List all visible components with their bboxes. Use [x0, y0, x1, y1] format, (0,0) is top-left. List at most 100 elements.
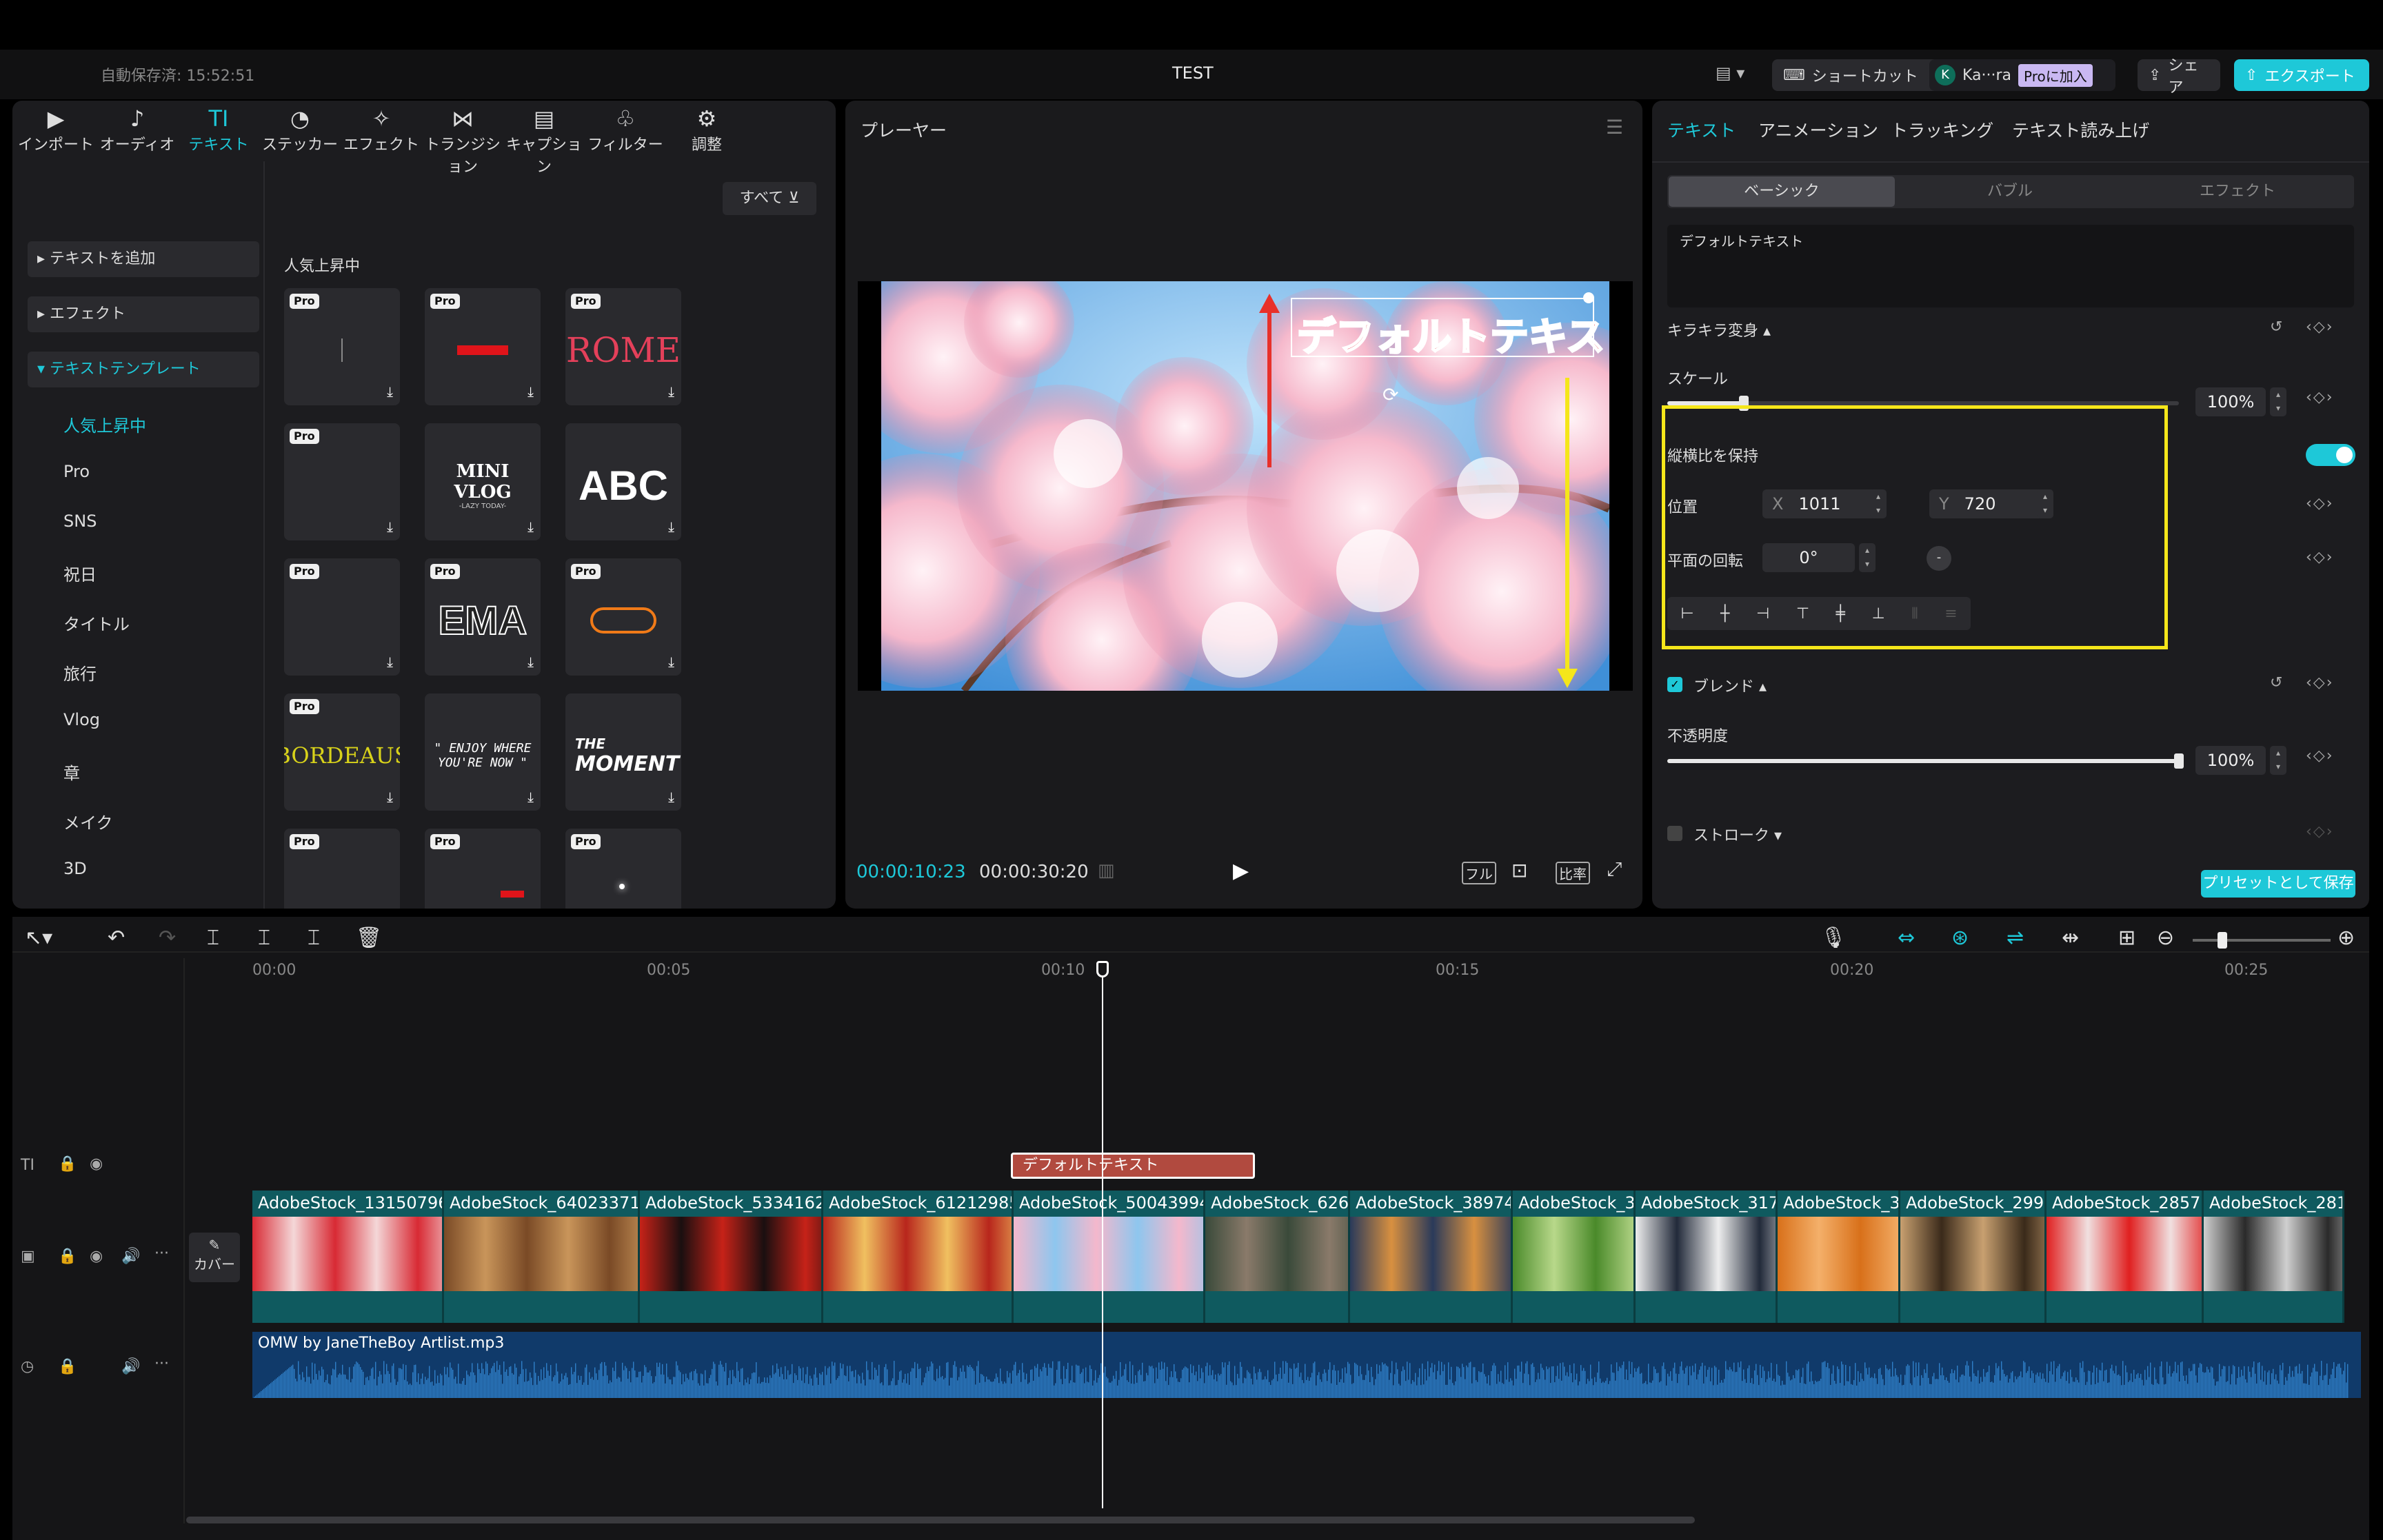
stroke-checkbox[interactable] — [1667, 826, 1682, 841]
playhead[interactable] — [1102, 962, 1103, 1508]
position-y-input[interactable]: Y 720 — [1929, 489, 2047, 518]
microphone-icon[interactable]: 🎙 — [1820, 926, 1847, 950]
video-clip[interactable]: AdobeStock_131507960 — [252, 1191, 444, 1323]
split-left-icon[interactable]: ⌶ — [258, 926, 270, 950]
ratio-button[interactable]: 比率 — [1556, 862, 1590, 884]
volume-icon[interactable]: 🔊 — [121, 1248, 140, 1265]
timeline-scrollbar[interactable] — [186, 1517, 1695, 1523]
more-icon[interactable]: ··· — [154, 1355, 169, 1372]
download-icon[interactable]: ⤓ — [387, 654, 393, 670]
user-account[interactable]: K Ka···ra Proに加入 — [1929, 59, 2115, 91]
download-icon[interactable]: ⤓ — [387, 383, 393, 400]
sidebar-item[interactable]: 章 — [63, 760, 80, 784]
export-button[interactable]: ⇧ エクスポート — [2234, 59, 2369, 91]
magnet-icon[interactable]: ⇔ — [1898, 926, 1915, 950]
keyframe-icon[interactable]: ‹◇› — [2306, 747, 2334, 764]
link-icon[interactable]: ⊛ — [1951, 926, 1969, 950]
position-x-input[interactable]: X 1011 — [1762, 489, 1880, 518]
sidebar-item[interactable]: タイトル — [63, 611, 130, 635]
tab-text[interactable]: テキスト — [1667, 117, 1736, 142]
delete-icon[interactable]: 🗑 — [356, 926, 382, 950]
subtab-basic[interactable]: ベーシック — [1669, 176, 1895, 207]
rotation-input[interactable]: 0° — [1762, 543, 1855, 572]
template-card[interactable]: Pro — [565, 829, 681, 909]
eye-icon[interactable]: ◉ — [90, 1155, 103, 1173]
stepper-icon[interactable]: ▴ ▾ — [1870, 489, 1887, 518]
stepper-icon[interactable]: ▴ ▾ — [2270, 746, 2286, 775]
tab-adjust[interactable]: ⚙ 調整 — [669, 105, 745, 154]
keyframe-icon[interactable]: ‹◇› — [2306, 549, 2334, 566]
video-clip[interactable]: AdobeStock_2990 — [1900, 1191, 2047, 1323]
template-card[interactable]: Pro ⤓ — [425, 288, 541, 405]
subtab-bubble[interactable]: バブル — [1896, 176, 2124, 207]
cover-button[interactable]: ✎ カバー — [189, 1233, 240, 1282]
lock-icon[interactable]: 🔒 — [58, 1155, 77, 1173]
download-icon[interactable]: ⤓ — [387, 789, 393, 805]
align-left-icon[interactable]: ⊢ — [1680, 605, 1693, 622]
template-card[interactable]: ABC ⤓ — [565, 423, 681, 540]
stroke-label[interactable]: ストローク ▾ — [1693, 823, 1782, 845]
video-clip[interactable]: AdobeStock_317 — [1636, 1191, 1778, 1323]
template-card[interactable]: MINI VLOG -LAZY TODAY- ⤓ — [425, 423, 541, 540]
template-card[interactable]: Pro ⤓ — [565, 558, 681, 676]
template-card[interactable]: Pro EMA ⤓ — [425, 558, 541, 676]
tab-text[interactable]: TI テキスト — [181, 105, 257, 154]
tab-sticker[interactable]: ◔ ステッカー — [262, 105, 338, 154]
template-card[interactable]: Pro ⤓ — [284, 558, 400, 676]
tab-audio[interactable]: ♪ オーディオ — [99, 105, 175, 154]
template-card[interactable]: Pro — [425, 829, 541, 909]
video-clip[interactable]: AdobeStock_30 — [1778, 1191, 1900, 1323]
video-clip[interactable]: AdobeStock_389740 — [1350, 1191, 1513, 1323]
tab-caption[interactable]: ▤ キャプション — [506, 105, 582, 176]
kirakira-label[interactable]: キラキラ変身 ▴ — [1667, 318, 1771, 341]
template-card[interactable]: Pro ⤓ — [284, 288, 400, 405]
align-middle-icon[interactable]: ╪ — [1836, 605, 1845, 622]
distribute-v-icon[interactable]: ≡ — [1944, 605, 1957, 622]
subtab-effect[interactable]: エフェクト — [2124, 176, 2351, 207]
fullscreen-icon[interactable]: ⤢ — [1607, 858, 1622, 881]
video-clip[interactable]: AdobeStock_500439940 — [1014, 1191, 1205, 1323]
stepper-icon[interactable]: ▴ ▾ — [2270, 387, 2286, 416]
eye-icon[interactable]: ◉ — [90, 1248, 103, 1265]
resize-handle[interactable] — [1583, 292, 1594, 303]
zoom-fit-icon[interactable]: ⊡ — [1511, 859, 1527, 882]
stepper-icon[interactable]: ▴ ▾ — [1859, 543, 1876, 572]
download-icon[interactable]: ⤓ — [387, 518, 393, 535]
split-track-icon[interactable]: ⇹ — [2062, 926, 2079, 950]
download-icon[interactable]: ⤓ — [527, 383, 534, 400]
video-clip[interactable]: AdobeStock_640233715 — [444, 1191, 640, 1323]
fit-icon[interactable]: ⊞ — [2118, 926, 2135, 950]
download-icon[interactable]: ⤓ — [527, 518, 534, 535]
save-preset-button[interactable]: プリセットとして保存 — [2201, 870, 2355, 898]
video-clip[interactable]: AdobeStock_28573 — [2047, 1191, 2204, 1323]
text-content-field[interactable]: デフォルトテキスト — [1667, 225, 2354, 307]
sidebar-section-effect[interactable]: ▸ エフェクト — [28, 296, 259, 332]
template-card[interactable]: " ENJOY WHERE YOU'RE NOW " ⤓ — [425, 693, 541, 811]
rotate-handle-icon[interactable]: ⟳ — [1382, 383, 1398, 406]
zoom-in-icon[interactable]: ⊕ — [2337, 926, 2355, 950]
download-icon[interactable]: ⤓ — [668, 654, 674, 670]
pro-join-button[interactable]: Proに加入 — [2018, 63, 2093, 87]
keyframe-icon[interactable]: ‹◇› — [2306, 389, 2334, 406]
template-card[interactable]: Pro BORDEAUS ⤓ — [284, 693, 400, 811]
template-card[interactable]: THE MOMENT ⤓ — [565, 693, 681, 811]
video-clip[interactable]: AdobeStock_2817 — [2204, 1191, 2344, 1323]
sidebar-item[interactable]: SNS — [63, 511, 97, 531]
layout-icon[interactable]: ▤ ▾ — [1716, 63, 1744, 83]
rotation-dial-icon[interactable]: - — [1927, 546, 1951, 571]
sidebar-item[interactable]: Pro — [63, 462, 90, 481]
template-card[interactable]: Pro — [284, 829, 400, 909]
full-button[interactable]: フル — [1462, 862, 1496, 884]
shortcut-button[interactable]: ⌨ ショートカット — [1772, 59, 1951, 91]
playhead-handle[interactable] — [1096, 961, 1109, 977]
tab-filter[interactable]: ♧ フィルター — [587, 105, 663, 154]
align-bottom-icon[interactable]: ⊥ — [1872, 605, 1885, 622]
sidebar-item[interactable]: メイク — [63, 809, 113, 833]
keyframe-icon[interactable]: ‹◇› — [2306, 318, 2334, 336]
opacity-slider-thumb[interactable] — [2174, 753, 2184, 769]
split-icon[interactable]: ⌶ — [207, 926, 219, 950]
video-clip[interactable]: AdobeStock_38 — [1513, 1191, 1636, 1323]
tab-import[interactable]: ▶ インポート — [18, 105, 94, 154]
align-right-icon[interactable]: ⊣ — [1756, 605, 1769, 622]
reset-icon[interactable]: ↺ — [2270, 674, 2284, 691]
